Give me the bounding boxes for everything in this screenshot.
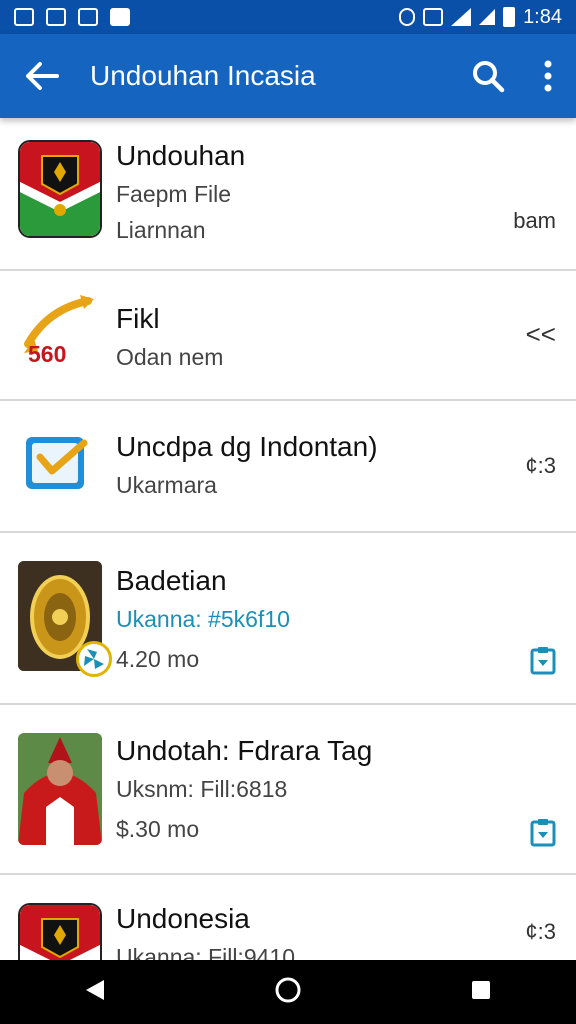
status-bar: 1:84 — [0, 0, 576, 34]
search-icon — [473, 61, 505, 93]
circle-home-icon — [275, 977, 301, 1002]
battery-icon — [503, 7, 516, 27]
item-name: Undotah: Fdrara Tag — [116, 735, 373, 766]
chat-notification-icon — [78, 8, 98, 26]
square-recents-icon — [472, 980, 490, 999]
fan-badge-icon — [76, 641, 112, 677]
item-subtitle: Ukanna: #5k6f10 — [116, 606, 290, 632]
download-button[interactable] — [530, 817, 556, 853]
nav-home-button[interactable] — [274, 976, 302, 1009]
item-name: Fikl — [116, 303, 160, 334]
nav-back-button[interactable] — [84, 978, 106, 1007]
item-subtitle: Ukarmara — [116, 472, 217, 498]
app-bar: Undouhan Incasia — [0, 34, 576, 118]
signal-icon — [479, 9, 496, 25]
item-subtitle: Faepm File — [116, 181, 232, 207]
indonesia-emblem-icon — [18, 140, 102, 238]
vibrate-icon — [423, 8, 444, 26]
list-item[interactable]: Badetian Ukanna: #5k6f10 4.20 mo — [0, 533, 576, 705]
back-button[interactable] — [0, 34, 84, 118]
triangle-back-icon — [86, 979, 104, 1000]
bluetooth-icon — [399, 8, 416, 26]
item-name: Undouhan — [116, 140, 246, 171]
item-name: Undonesia — [116, 903, 250, 934]
more-options-button[interactable] — [520, 34, 576, 118]
item-name: Badetian — [116, 565, 227, 596]
list-item[interactable]: 560 Fikl Odan nem << — [0, 271, 576, 401]
download-list: Undouhan Faepm File Liarnnan bam 560 Fik… — [0, 118, 576, 960]
portrait-photo-icon — [18, 733, 102, 845]
checkbox-app-icon — [18, 419, 102, 517]
status-time: 1:84 — [523, 5, 562, 28]
item-trailing-text: bam — [513, 208, 556, 233]
list-item[interactable]: Undotah: Fdrara Tag Uksnm: Fill:6818 $.3… — [0, 705, 576, 875]
item-subtitle: Uksnm: Fill:6818 — [116, 776, 288, 802]
item-trailing-text: << — [525, 319, 556, 349]
wifi-icon — [451, 8, 472, 26]
item-trailing-text: ¢:3 — [525, 453, 556, 478]
item-size: 4.20 mo — [116, 646, 200, 672]
item-subtitle: Ukanna: Fill:9410 — [116, 944, 295, 960]
item-trailing-text: ¢:3 — [525, 919, 556, 944]
indonesia-emblem-icon — [18, 903, 102, 960]
item-name: Uncdpa dg Indontan) — [116, 431, 378, 462]
page-title: Undouhan Incasia — [90, 60, 316, 91]
download-clipboard-icon — [530, 647, 556, 675]
item-detail: Liarnnan — [116, 217, 206, 243]
arrow-360-icon: 560 — [18, 289, 102, 387]
item-badge: 560 — [28, 341, 67, 367]
item-subtitle: Odan nem — [116, 344, 224, 370]
item-size: $.30 mo — [116, 816, 200, 842]
list-item[interactable]: Uncdpa dg Indontan) Ukarmara ¢:3 — [0, 401, 576, 533]
list-item[interactable]: Undouhan Faepm File Liarnnan bam — [0, 118, 576, 271]
list-item[interactable]: Undonesia Ukanna: Fill:9410 ¢:3 — [0, 875, 576, 960]
gallery-notification-icon — [110, 8, 130, 26]
message-notification-icon — [46, 8, 66, 26]
nav-recents-button[interactable] — [470, 979, 492, 1006]
image-notification-icon — [14, 8, 34, 26]
search-button[interactable] — [456, 34, 520, 118]
download-clipboard-icon — [530, 819, 556, 847]
download-button[interactable] — [530, 645, 556, 681]
system-navigation-bar — [0, 960, 576, 1024]
more-vert-icon — [544, 60, 552, 92]
arrow-left-icon — [26, 62, 59, 90]
